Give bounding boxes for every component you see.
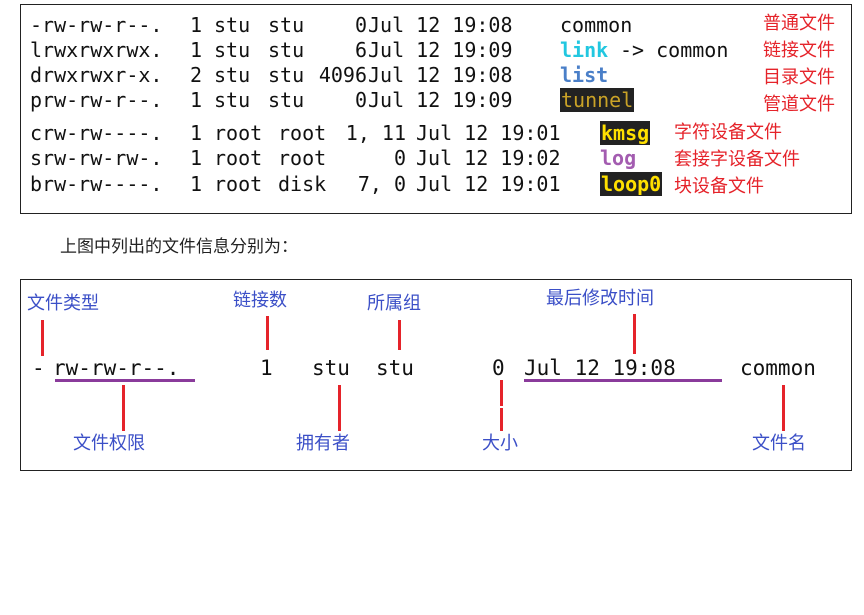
ls-row: lrwxrwxrwx. 1 stu stu 6 Jul 12 19:09 link -> co… (30, 38, 790, 62)
sample-size: 0 (492, 356, 505, 380)
file-type-note: 目录文件 (763, 67, 835, 88)
row-size: 1, 11 (345, 121, 406, 145)
row-link-count: 1 (190, 121, 203, 145)
row-filename: common (560, 13, 633, 37)
row-date: Jul 12 19:08 (368, 63, 513, 87)
row-date: Jul 12 19:01 (416, 172, 561, 196)
row-link-count: 2 (190, 63, 203, 87)
row-owner: stu (214, 88, 251, 112)
row-group: stu (268, 88, 305, 112)
row-owner: root (214, 146, 263, 170)
row-owner: stu (214, 13, 251, 37)
ls-row: -rw-rw-r--. 1 stu stu 0 Jul 12 19:08 common (30, 13, 790, 37)
row-filename: link (560, 38, 609, 62)
sample-group: stu (376, 356, 414, 380)
ls-row: drwxrwxr-x. 2 stu stu 4096 Jul 12 19:08 list (30, 63, 790, 87)
file-type-note: 字符设备文件 (674, 122, 782, 143)
row-size: 4096 (318, 63, 367, 87)
row-link-count: 1 (190, 146, 203, 170)
row-permissions: drwxrwxr-x. (30, 63, 163, 87)
label-size: 大小 (482, 433, 518, 454)
row-owner: root (214, 172, 263, 196)
label-owner: 拥有者 (296, 433, 350, 454)
row-filename: kmsg (600, 121, 651, 145)
row-filename: log (600, 146, 637, 170)
row-filename: list (560, 63, 609, 87)
row-link-count: 1 (190, 38, 203, 62)
row-size: 7, 0 (357, 172, 406, 196)
row-size: 0 (393, 146, 406, 170)
row-link-target: -> common (620, 38, 729, 62)
file-type-note: 套接字设备文件 (674, 149, 800, 170)
pointer-owner (338, 385, 341, 431)
row-date: Jul 12 19:09 (368, 88, 513, 112)
pointer-file-type (41, 320, 44, 356)
file-type-note: 管道文件 (763, 94, 835, 115)
label-group: 所属组 (367, 293, 421, 314)
caption: 上图中列出的文件信息分别为： (60, 237, 298, 257)
ls-row: prw-rw-r--. 1 stu stu 0 Jul 12 19:09 tunnel (30, 88, 790, 112)
row-owner: stu (214, 63, 251, 87)
row-size: 0 (354, 13, 367, 37)
row-permissions: prw-rw-r--. (30, 88, 163, 112)
sample-name: common (740, 356, 816, 380)
pointer-permissions (122, 385, 125, 431)
pointer-mtime (633, 314, 636, 354)
row-size: 6 (354, 38, 367, 62)
row-date: Jul 12 19:09 (368, 38, 513, 62)
pointer-size-lower (500, 408, 503, 431)
row-permissions: brw-rw----. (30, 172, 163, 196)
sample-date: Jul 12 19:08 (524, 356, 676, 380)
pointer-size-upper (500, 380, 503, 406)
row-group: stu (268, 63, 305, 87)
row-link-count: 1 (190, 13, 203, 37)
row-date: Jul 12 19:01 (416, 121, 561, 145)
file-type-note: 链接文件 (763, 40, 835, 61)
sample-owner: stu (312, 356, 350, 380)
sample-ls-line: - rw-rw-r--. 1 stu stu 0 Jul 12 19:08 co… (32, 355, 816, 615)
pointer-filename (782, 385, 785, 431)
row-permissions: -rw-rw-r--. (30, 13, 163, 37)
row-permissions: lrwxrwxrwx. (30, 38, 163, 62)
sample-type: - (32, 356, 45, 380)
label-permissions: 文件权限 (73, 433, 145, 454)
row-permissions: srw-rw-rw-. (30, 146, 163, 170)
label-file-type: 文件类型 (27, 293, 99, 314)
pointer-group (398, 320, 401, 350)
row-filename: tunnel (560, 88, 635, 112)
label-filename: 文件名 (752, 433, 806, 454)
row-group: disk (278, 172, 327, 196)
sample-permissions: rw-rw-r--. (53, 356, 180, 380)
row-date: Jul 12 19:02 (416, 146, 561, 170)
file-type-note: 块设备文件 (674, 176, 764, 197)
row-owner: root (214, 121, 263, 145)
label-mtime: 最后修改时间 (546, 288, 654, 309)
row-permissions: crw-rw----. (30, 121, 163, 145)
row-size: 0 (354, 88, 367, 112)
label-link-count: 链接数 (233, 290, 287, 311)
row-link-count: 1 (190, 172, 203, 196)
sample-links: 1 (260, 356, 273, 380)
row-filename: loop0 (600, 172, 663, 196)
pointer-link-count (266, 316, 269, 350)
row-group: stu (268, 38, 305, 62)
row-owner: stu (214, 38, 251, 62)
row-link-count: 1 (190, 88, 203, 112)
file-type-note: 普通文件 (763, 13, 835, 34)
row-group: stu (268, 13, 305, 37)
row-group: root (278, 121, 327, 145)
row-date: Jul 12 19:08 (368, 13, 513, 37)
row-group: root (278, 146, 327, 170)
